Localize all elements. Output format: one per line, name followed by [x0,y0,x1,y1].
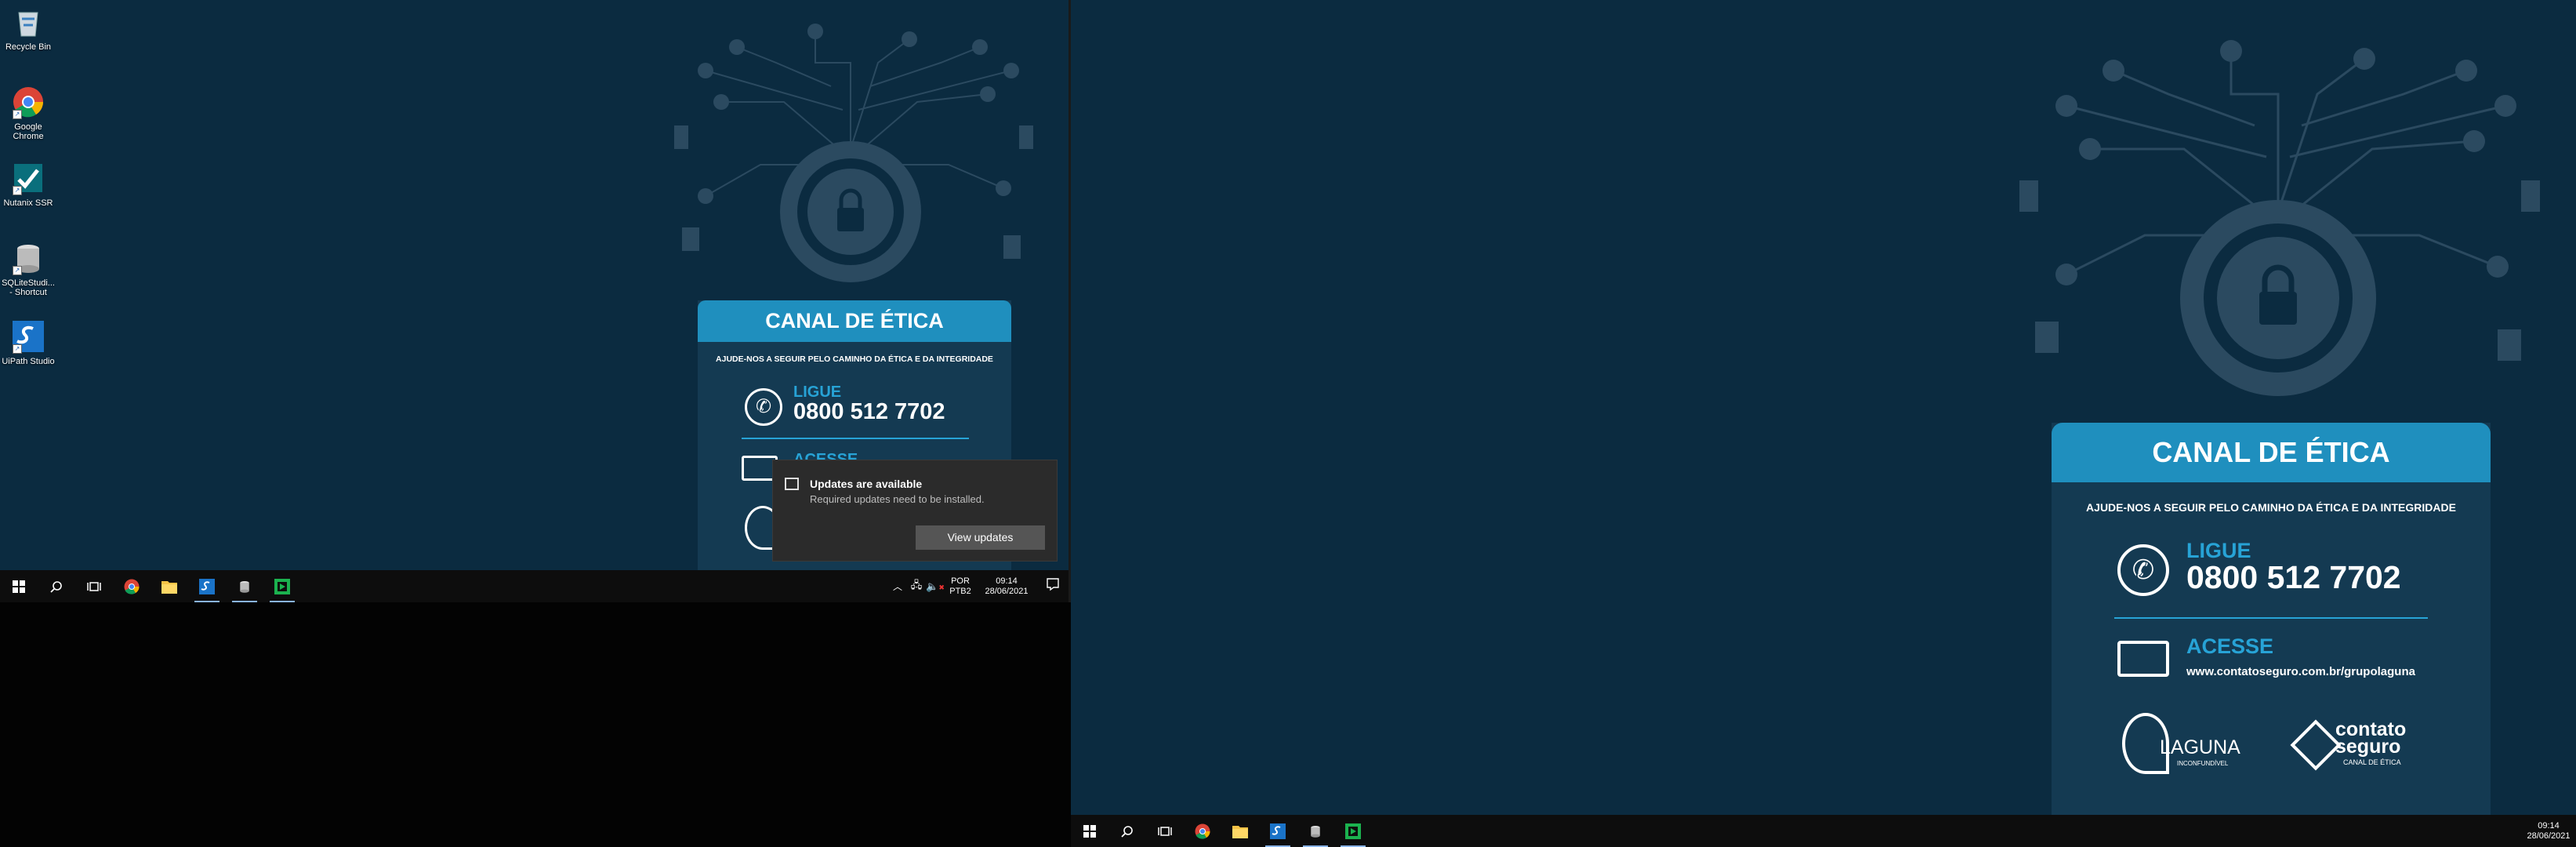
chrome-icon: ↗ [11,85,45,119]
shortcut-arrow-icon: ↗ [13,344,22,354]
chrome-icon [1195,823,1210,839]
taskbar-primary: ︿ 🖧 🔈✖ POR PTB2 09:14 28/06/2021 [0,570,1068,602]
desktop-icon-uipath-studio[interactable]: ↗ UiPath Studio [1,319,56,366]
laguna-logo-tagline: INCONFUNDÍVEL [2177,760,2229,767]
start-button[interactable] [0,570,38,602]
uipath-icon: ↗ [11,319,45,354]
system-tray: ︿ 🖧 🔈✖ POR PTB2 09:14 28/06/2021 [888,570,1068,602]
task-view-button[interactable] [75,570,113,602]
view-updates-button[interactable]: View updates [916,525,1045,550]
uipath-icon [1270,823,1286,839]
poster-acesse: ACESSE [2186,634,2274,658]
search-button[interactable] [38,570,75,602]
desktop-icon-label: Nutanix SSR [3,198,53,208]
shortcut-arrow-icon: ↗ [13,266,22,275]
shortcut-arrow-icon: ↗ [13,110,22,119]
task-view-button[interactable] [1146,815,1184,847]
poster-url: www.contatoseguro.com.br/grupolaguna [2186,665,2415,678]
search-icon [1121,825,1133,838]
recycle-bin-icon [11,5,45,39]
sqlite-icon [240,580,249,593]
desktop-icon-nutanix-ssr[interactable]: ↗ Nutanix SSR [1,161,56,208]
poster-title: CANAL DE ÉTICA [2052,423,2491,482]
poster-phone: 0800 512 7702 [2186,559,2401,595]
desktop-icon-google-chrome[interactable]: ↗ Google Chrome [1,85,56,141]
clock-time: 09:14 [996,576,1018,586]
poster-divider [2114,617,2428,619]
phone-icon: ✆ [745,388,782,426]
taskbar-uipath[interactable] [1259,815,1297,847]
action-center-icon[interactable] [1037,577,1068,595]
language-indicator[interactable]: POR PTB2 [945,576,976,597]
system-tray: 09:14 28/06/2021 [2521,815,2576,847]
notification-app-icon [785,478,799,490]
network-icon[interactable]: 🖧 [907,578,926,595]
search-button[interactable] [1108,815,1146,847]
sqlite-icon [1311,825,1320,838]
nutanix-icon: ↗ [11,161,45,195]
clock[interactable]: 09:14 28/06/2021 [976,576,1037,597]
start-icon [13,580,25,593]
poster-phone: 0800 512 7702 [793,399,945,424]
contato-seguro-tagline: CANAL DE ÉTICA [2343,758,2401,766]
update-notification[interactable]: Updates are available Required updates n… [772,460,1058,562]
taskbar-chrome[interactable] [113,570,151,602]
start-icon [1083,824,1096,838]
desktop-icon-label: Recycle Bin [5,42,52,52]
taskbar-sqlitestudio[interactable] [1297,815,1334,847]
clock-time: 09:14 [2538,820,2560,831]
wallpaper-network-art [674,24,1033,282]
poster-divider [742,438,969,439]
start-button[interactable] [1071,815,1108,847]
chrome-icon [124,579,140,594]
ethics-poster: CANAL DE ÉTICA AJUDE-NOS A SEGUIR PELO C… [2052,423,2491,815]
empty-display-area [0,602,1071,847]
sqlite-icon: ↗ [11,241,45,275]
task-view-icon [87,581,101,591]
phone-icon: ✆ [2117,544,2169,596]
taskbar-green-app[interactable] [1334,815,1372,847]
notification-title: Updates are available [810,478,923,490]
contato-seguro-logo-text: contato seguro [2335,718,2407,758]
clock-date: 28/06/2021 [2527,831,2571,841]
laptop-icon [2117,641,2169,677]
monitor-secondary: CANAL DE ÉTICA AJUDE-NOS A SEGUIR PELO C… [1071,0,2576,847]
green-app-icon [1345,823,1361,839]
taskbar-file-explorer[interactable] [151,570,188,602]
notification-body: Required updates need to be installed. [810,493,985,505]
desktop-icon-label: SQLiteStudi... - Shortcut [2,278,55,297]
laguna-logo-text: LAGUNA [2160,736,2240,758]
desktop-icon-recycle-bin[interactable]: Recycle Bin [1,5,56,52]
desktop-icon-label: Google Chrome [13,122,44,141]
wallpaper-network-art [2019,40,2540,396]
language-top: POR [951,576,970,586]
poster-subtitle: AJUDE-NOS A SEGUIR PELO CAMINHO DA ÉTICA… [2086,501,2456,514]
file-explorer-icon [161,580,177,594]
taskbar-file-explorer[interactable] [1221,815,1259,847]
green-app-icon [274,578,290,594]
taskbar-uipath[interactable] [188,570,226,602]
task-view-icon [1158,826,1172,836]
show-hidden-icons-chevron-icon[interactable]: ︿ [888,580,907,593]
file-explorer-icon [1232,825,1248,838]
taskbar-chrome[interactable] [1184,815,1221,847]
shortcut-arrow-icon: ↗ [13,186,22,195]
clock[interactable]: 09:14 28/06/2021 [2521,821,2576,842]
taskbar-secondary: 09:14 28/06/2021 [1071,815,2576,847]
taskbar-sqlitestudio[interactable] [226,570,263,602]
language-bottom: PTB2 [949,586,971,596]
uipath-icon [199,578,215,594]
desktop-icon-sqlitestudio[interactable]: ↗ SQLiteStudi... - Shortcut [1,241,56,297]
volume-muted-icon[interactable]: 🔈✖ [926,580,945,593]
monitor-primary: CANAL DE ÉTICA AJUDE-NOS A SEGUIR PELO C… [0,0,1068,602]
desktop-icon-label: UiPath Studio [2,357,55,366]
poster-subtitle: AJUDE-NOS A SEGUIR PELO CAMINHO DA ÉTICA… [716,354,993,364]
poster-title: CANAL DE ÉTICA [698,300,1011,342]
search-icon [50,580,62,593]
taskbar-green-app[interactable] [263,570,301,602]
clock-date: 28/06/2021 [985,586,1029,596]
contato-seguro-logo-icon [2290,719,2342,771]
